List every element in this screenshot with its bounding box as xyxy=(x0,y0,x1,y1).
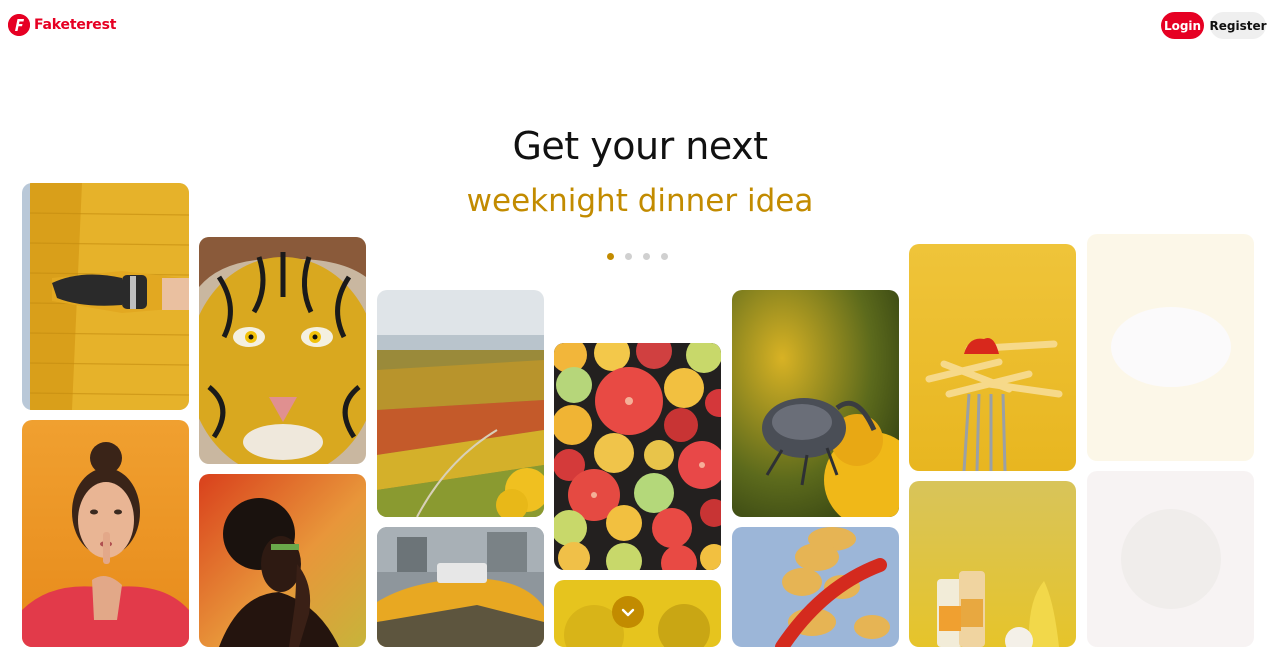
pin-weevil-on-flower[interactable] xyxy=(732,290,899,517)
brand-logo[interactable]: Faketerest xyxy=(8,14,116,36)
faketerest-logo-icon xyxy=(8,14,30,36)
pin-faded-1[interactable] xyxy=(1087,234,1254,461)
register-button[interactable]: Register xyxy=(1209,12,1267,39)
hero-section: Get your next weeknight dinner idea xyxy=(0,120,1280,226)
scroll-down-button[interactable] xyxy=(612,596,644,628)
hero-subtitle: weeknight dinner idea xyxy=(466,183,814,219)
carousel-dot-2[interactable] xyxy=(625,253,632,260)
auth-buttons: Login Register xyxy=(1161,12,1267,39)
pin-bottles-and-banana[interactable] xyxy=(909,481,1076,647)
carousel-dot-1[interactable] xyxy=(607,253,614,260)
carousel-dot-4[interactable] xyxy=(661,253,668,260)
pin-tiger-painting[interactable] xyxy=(199,237,366,464)
pin-yellow-sweater-robot-hand[interactable] xyxy=(22,183,189,410)
pin-woman-silhouette-orange[interactable] xyxy=(199,474,366,647)
hero-title: Get your next xyxy=(512,124,768,168)
pin-citrus-slices[interactable] xyxy=(554,343,721,570)
carousel-dot-3[interactable] xyxy=(643,253,650,260)
brand-name: Faketerest xyxy=(34,17,117,33)
pin-woman-shush-gesture[interactable] xyxy=(22,420,189,647)
pin-chips-and-chili[interactable] xyxy=(732,527,899,647)
top-navigation-bar: Faketerest Login Register xyxy=(0,0,1280,52)
carousel-dots xyxy=(607,253,668,260)
pin-yellow-taxi[interactable] xyxy=(377,527,544,647)
login-button[interactable]: Login xyxy=(1161,12,1204,39)
chevron-down-icon xyxy=(621,608,635,617)
pin-faded-2[interactable] xyxy=(1087,471,1254,647)
pin-vineyard-landscape[interactable] xyxy=(377,290,544,517)
pin-fries-on-fork[interactable] xyxy=(909,244,1076,471)
